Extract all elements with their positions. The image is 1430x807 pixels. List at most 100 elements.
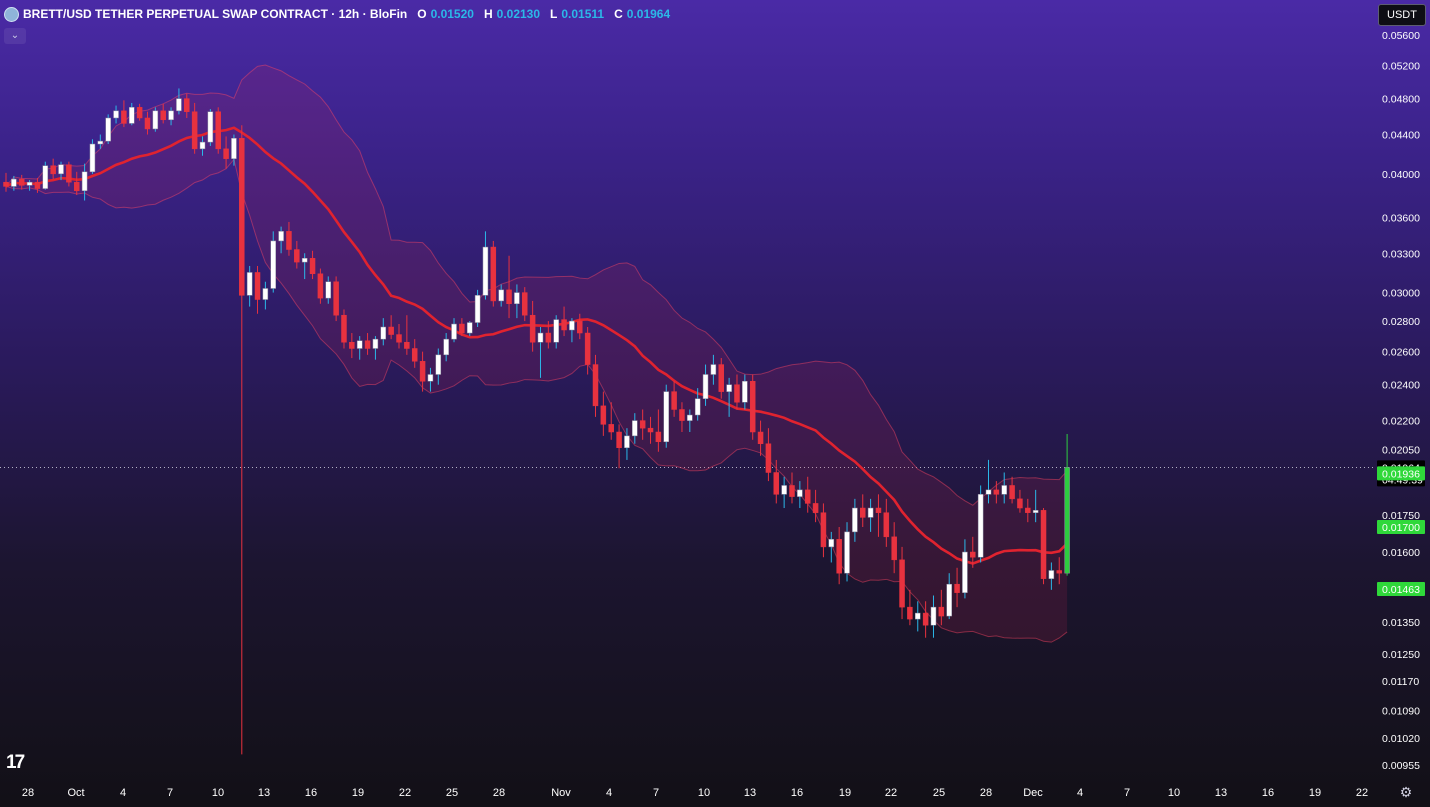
candle-body (207, 111, 214, 143)
price-chart[interactable]: 0.05600 0.05200 0.04800 0.04400 0.04000 0.036… (0, 0, 1430, 807)
candle-body (1001, 485, 1007, 495)
candle-body (946, 583, 952, 617)
candle-body (671, 391, 677, 410)
candle (749, 374, 756, 440)
time-tick-label: Oct (67, 787, 84, 799)
candle-body (443, 338, 449, 356)
time-tick-label: 13 (1215, 787, 1227, 799)
candle (3, 172, 9, 192)
candle-body (152, 110, 159, 130)
gear-icon[interactable]: ⚙ (1398, 784, 1414, 800)
time-tick-label: 28 (22, 787, 34, 799)
candle-body (726, 384, 732, 392)
open-key: O (417, 7, 427, 21)
candle-body (907, 606, 913, 620)
time-tick-label: 7 (1124, 787, 1130, 799)
price-tick-label: 0.00955 (1382, 760, 1420, 772)
candle-body (1040, 510, 1047, 579)
candle-body (922, 612, 929, 626)
candle (239, 125, 245, 755)
high-key: H (483, 7, 493, 21)
price-tick-label: 0.01170 (1382, 676, 1419, 688)
price-tick-label: 0.05200 (1382, 61, 1420, 73)
symbol-logo-icon (4, 6, 19, 22)
candle-body (600, 405, 607, 425)
candle (490, 240, 497, 307)
price-tick-label: 0.02400 (1382, 380, 1420, 392)
candle-body (364, 340, 371, 349)
candle-body (820, 512, 827, 548)
collapse-legend-button[interactable]: ⌄ (4, 28, 26, 44)
candle (616, 424, 622, 469)
price-tick-label: 0.02600 (1382, 347, 1420, 359)
price-tags: 0.0196404:49:390.019360.017000.01463 (1377, 460, 1425, 596)
low-value: 0.01511 (561, 7, 605, 21)
candle-body (144, 117, 151, 130)
upper-band-tag: 0.01936 (1377, 466, 1425, 481)
candle-body (129, 107, 135, 124)
time-axis[interactable]: 28 Oct 4 7 10 13 16 19 22 25 28 Nov 4 7 10 13 16 19 22 25 28… (22, 787, 1368, 799)
time-tick-label: 19 (839, 787, 851, 799)
candle-body (687, 414, 693, 421)
candle-body (1009, 485, 1015, 500)
time-tick-label: 28 (980, 787, 992, 799)
candle-body (301, 258, 308, 263)
candle-body (828, 539, 835, 548)
candle-body (278, 231, 284, 242)
time-tick-label: 7 (653, 787, 659, 799)
symbol-title[interactable]: BRETT/USD TETHER PERPETUAL SWAP CONTRACT… (23, 7, 407, 21)
chart-legend: BRETT/USD TETHER PERPETUAL SWAP CONTRACT… (4, 6, 670, 22)
candle-body (1056, 570, 1062, 574)
candle-body (286, 231, 292, 250)
candle-body (317, 273, 324, 299)
candle-body (1025, 507, 1031, 513)
lower-band-tag-text: 0.01463 (1382, 584, 1420, 596)
band-fill (6, 65, 1068, 643)
time-tick-label: 13 (258, 787, 270, 799)
candle-body (254, 272, 261, 300)
candle (663, 384, 669, 448)
candle (105, 114, 111, 145)
candle-body (498, 289, 504, 302)
time-tick-label: 25 (446, 787, 458, 799)
candle-body (993, 489, 1000, 495)
candle-body (490, 246, 497, 302)
candle-body (569, 320, 575, 331)
candle-body (160, 110, 166, 121)
price-axis[interactable]: 0.05600 0.05200 0.04800 0.04400 0.04000 0.036… (1382, 30, 1420, 772)
candle (136, 103, 143, 121)
candle-body (231, 138, 237, 159)
candle (474, 289, 481, 328)
time-tick-label: 10 (1168, 787, 1180, 799)
candle-body (333, 281, 339, 316)
candle-body (325, 281, 332, 299)
candle-body (859, 507, 866, 518)
candle-body (875, 507, 882, 513)
candle (915, 601, 921, 632)
candle-body (915, 612, 921, 620)
candle-body (113, 110, 119, 119)
close-key: C (614, 7, 623, 21)
candle-body (561, 319, 567, 331)
candle-body (514, 292, 520, 304)
candle (1064, 433, 1070, 576)
candle-body (970, 551, 976, 558)
price-tick-label: 0.02800 (1382, 316, 1420, 328)
currency-button[interactable]: USDT (1378, 4, 1426, 26)
time-tick-label: 13 (744, 787, 756, 799)
candle-body (26, 181, 33, 186)
price-tick-label: 0.02200 (1382, 416, 1420, 428)
candle-body (529, 314, 536, 343)
candle-body (419, 361, 426, 382)
tradingview-logo[interactable]: 17 (6, 752, 25, 774)
candle-body (584, 332, 591, 365)
candle (89, 139, 96, 174)
candle-body (451, 323, 457, 340)
candle (482, 231, 489, 300)
candle-body (891, 536, 897, 561)
candle (246, 265, 253, 307)
candle-body (710, 364, 717, 375)
price-tick-label: 0.04400 (1382, 130, 1420, 142)
candle-body (73, 181, 80, 191)
candle-body (985, 489, 992, 495)
